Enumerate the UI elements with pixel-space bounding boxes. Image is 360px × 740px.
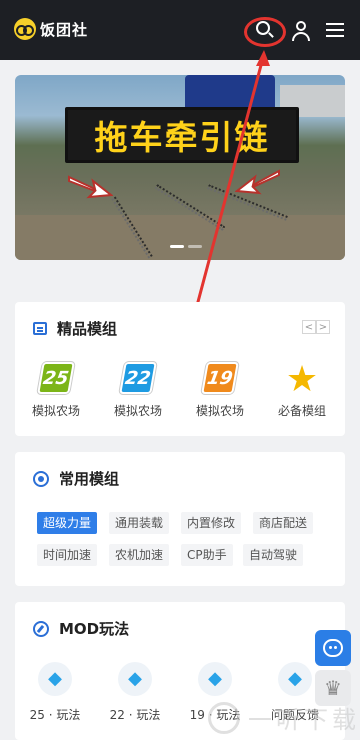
watermark-logo	[208, 701, 240, 734]
featured-item-fs19[interactable]: 19 模拟农场	[179, 362, 261, 419]
user-button[interactable]	[287, 16, 315, 44]
tag-cp-helper[interactable]: CP助手	[181, 544, 233, 566]
tag-universal-loading[interactable]: 通用装载	[109, 512, 170, 534]
top-bar: 饭团社	[0, 0, 360, 60]
annotation-circle	[244, 17, 286, 47]
common-mods-card: 常用模组 超级力量 通用装载 内置修改 商店配送 时间加速 农机加速 CP助手 …	[15, 452, 345, 586]
fs19-icon: 19	[201, 362, 239, 394]
tag-super-power[interactable]: 超级力量	[37, 512, 98, 534]
carousel-dot[interactable]	[188, 245, 202, 248]
menu-icon	[326, 23, 344, 25]
featured-item-fs25[interactable]: 25 模拟农场	[15, 362, 97, 419]
diamond-icon: ◆	[128, 668, 142, 689]
star-icon: ★	[285, 359, 319, 400]
compass-icon	[33, 620, 49, 637]
carousel-dot[interactable]	[170, 245, 184, 248]
mod-play-item-22[interactable]: ◆ 22 · 玩法	[95, 662, 175, 723]
crown-icon: ♛	[324, 676, 342, 700]
logo-icon	[14, 18, 36, 40]
tag-shop-delivery[interactable]: 商店配送	[253, 512, 314, 534]
carousel-dots[interactable]	[170, 245, 202, 248]
banner-title: 拖车牵引链	[65, 107, 299, 163]
tag-autodrive[interactable]: 自动驾驶	[243, 544, 304, 566]
mod-play-item-25[interactable]: ◆ 25 · 玩法	[15, 662, 95, 723]
featured-item-essential[interactable]: ★ 必备模组	[261, 362, 343, 419]
site-logo[interactable]: 饭团社	[14, 18, 88, 40]
menu-button[interactable]	[322, 16, 350, 44]
section-title: MOD玩法	[59, 620, 130, 638]
fs25-icon: 25	[37, 362, 75, 394]
tag-time-speed[interactable]: 时间加速	[37, 544, 98, 566]
document-icon	[33, 322, 47, 335]
badge-icon	[33, 470, 49, 487]
logo-text: 饭团社	[40, 20, 89, 39]
diamond-icon: ◆	[208, 668, 222, 689]
fs22-icon: 22	[119, 362, 157, 394]
prev-button[interactable]: <	[302, 320, 316, 334]
tag-builtin-mod[interactable]: 内置修改	[181, 512, 242, 534]
diamond-icon: ◆	[48, 668, 62, 689]
diamond-icon: ◆	[288, 668, 302, 689]
customer-service-icon	[323, 639, 343, 657]
banner-carousel[interactable]: 拖车牵引链	[15, 75, 345, 260]
next-button[interactable]: >	[316, 320, 330, 334]
section-title: 常用模组	[59, 470, 120, 488]
arrow-left-icon	[235, 169, 280, 195]
tag-machine-speed[interactable]: 农机加速	[109, 544, 170, 566]
featured-mods-card: 精品模组 < > 25 模拟农场 22 模拟农场 19 模拟农场 ★ 必备模组	[15, 302, 345, 436]
user-icon	[296, 21, 306, 31]
featured-item-fs22[interactable]: 22 模拟农场	[97, 362, 179, 419]
watermark: 一听下载	[208, 700, 360, 735]
pager: < >	[302, 320, 330, 334]
arrow-right-icon	[68, 175, 113, 199]
section-title: 精品模组	[57, 320, 118, 338]
customer-service-button[interactable]	[315, 630, 351, 666]
